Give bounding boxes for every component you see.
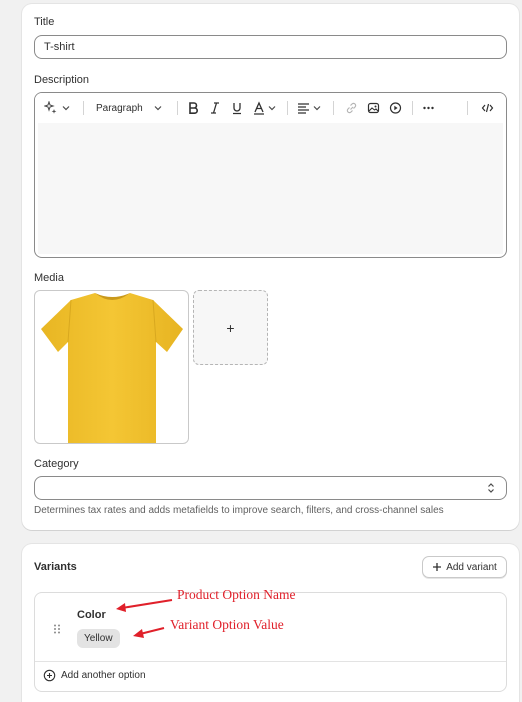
align-button[interactable] [297, 100, 322, 116]
annotation-option-name: Product Option Name [177, 587, 296, 602]
chevron-down-icon [154, 106, 162, 111]
title-label: Title [34, 16, 55, 28]
add-media-button[interactable]: + [193, 290, 268, 365]
chevron-down-icon [268, 106, 276, 111]
variant-option[interactable]: Color Yellow Add another option [34, 592, 507, 692]
italic-icon [211, 102, 219, 114]
category-label: Category [34, 458, 79, 470]
bold-button[interactable] [187, 100, 199, 116]
more-icon [423, 106, 434, 110]
chevron-down-icon [62, 106, 70, 111]
align-icon [298, 103, 309, 114]
description-label: Description [34, 74, 90, 86]
variants-title: Variants [34, 561, 77, 573]
link-button[interactable] [345, 100, 358, 116]
product-details-card: Title Description Paragraph [22, 4, 519, 530]
link-icon [346, 102, 357, 114]
paragraph-label: Paragraph [96, 102, 143, 114]
title-input[interactable] [34, 35, 507, 59]
code-button[interactable] [481, 100, 494, 116]
text-color-icon [254, 101, 264, 115]
chevron-down-icon [313, 106, 321, 111]
editor-toolbar: Paragraph [35, 93, 506, 123]
description-text-area[interactable] [38, 123, 503, 254]
text-color-button[interactable] [253, 100, 277, 116]
category-help-text: Determines tax rates and adds metafields… [34, 505, 444, 516]
add-variant-button[interactable]: Add variant [422, 556, 507, 578]
code-icon [481, 103, 494, 113]
add-another-option-button[interactable]: Add another option [43, 669, 146, 682]
video-icon [389, 102, 402, 114]
underline-button[interactable] [231, 100, 243, 116]
plus-circle-icon [43, 669, 56, 682]
italic-button[interactable] [209, 100, 221, 116]
plus-icon: + [226, 319, 235, 336]
magic-icon [44, 101, 57, 114]
add-option-label: Add another option [61, 670, 146, 681]
option-name: Color [77, 609, 106, 621]
description-editor: Paragraph [34, 92, 507, 258]
category-select[interactable] [34, 476, 507, 500]
product-image[interactable] [34, 290, 189, 444]
divider [35, 661, 506, 662]
bold-icon [189, 102, 198, 114]
more-button[interactable] [422, 100, 435, 116]
select-chevron-icon [488, 483, 494, 493]
image-icon [367, 102, 380, 114]
video-button[interactable] [389, 100, 402, 116]
annotation-option-value: Variant Option Value [170, 617, 284, 632]
image-button[interactable] [367, 100, 380, 116]
drag-handle-icon[interactable] [53, 624, 61, 634]
add-variant-label: Add variant [446, 561, 497, 573]
option-value-tag: Yellow [77, 629, 120, 648]
media-label: Media [34, 272, 64, 284]
paragraph-select[interactable]: Paragraph [96, 100, 163, 116]
magic-button[interactable] [44, 100, 71, 116]
tshirt-image [41, 293, 183, 443]
plus-icon [433, 563, 442, 571]
underline-icon [233, 103, 241, 115]
